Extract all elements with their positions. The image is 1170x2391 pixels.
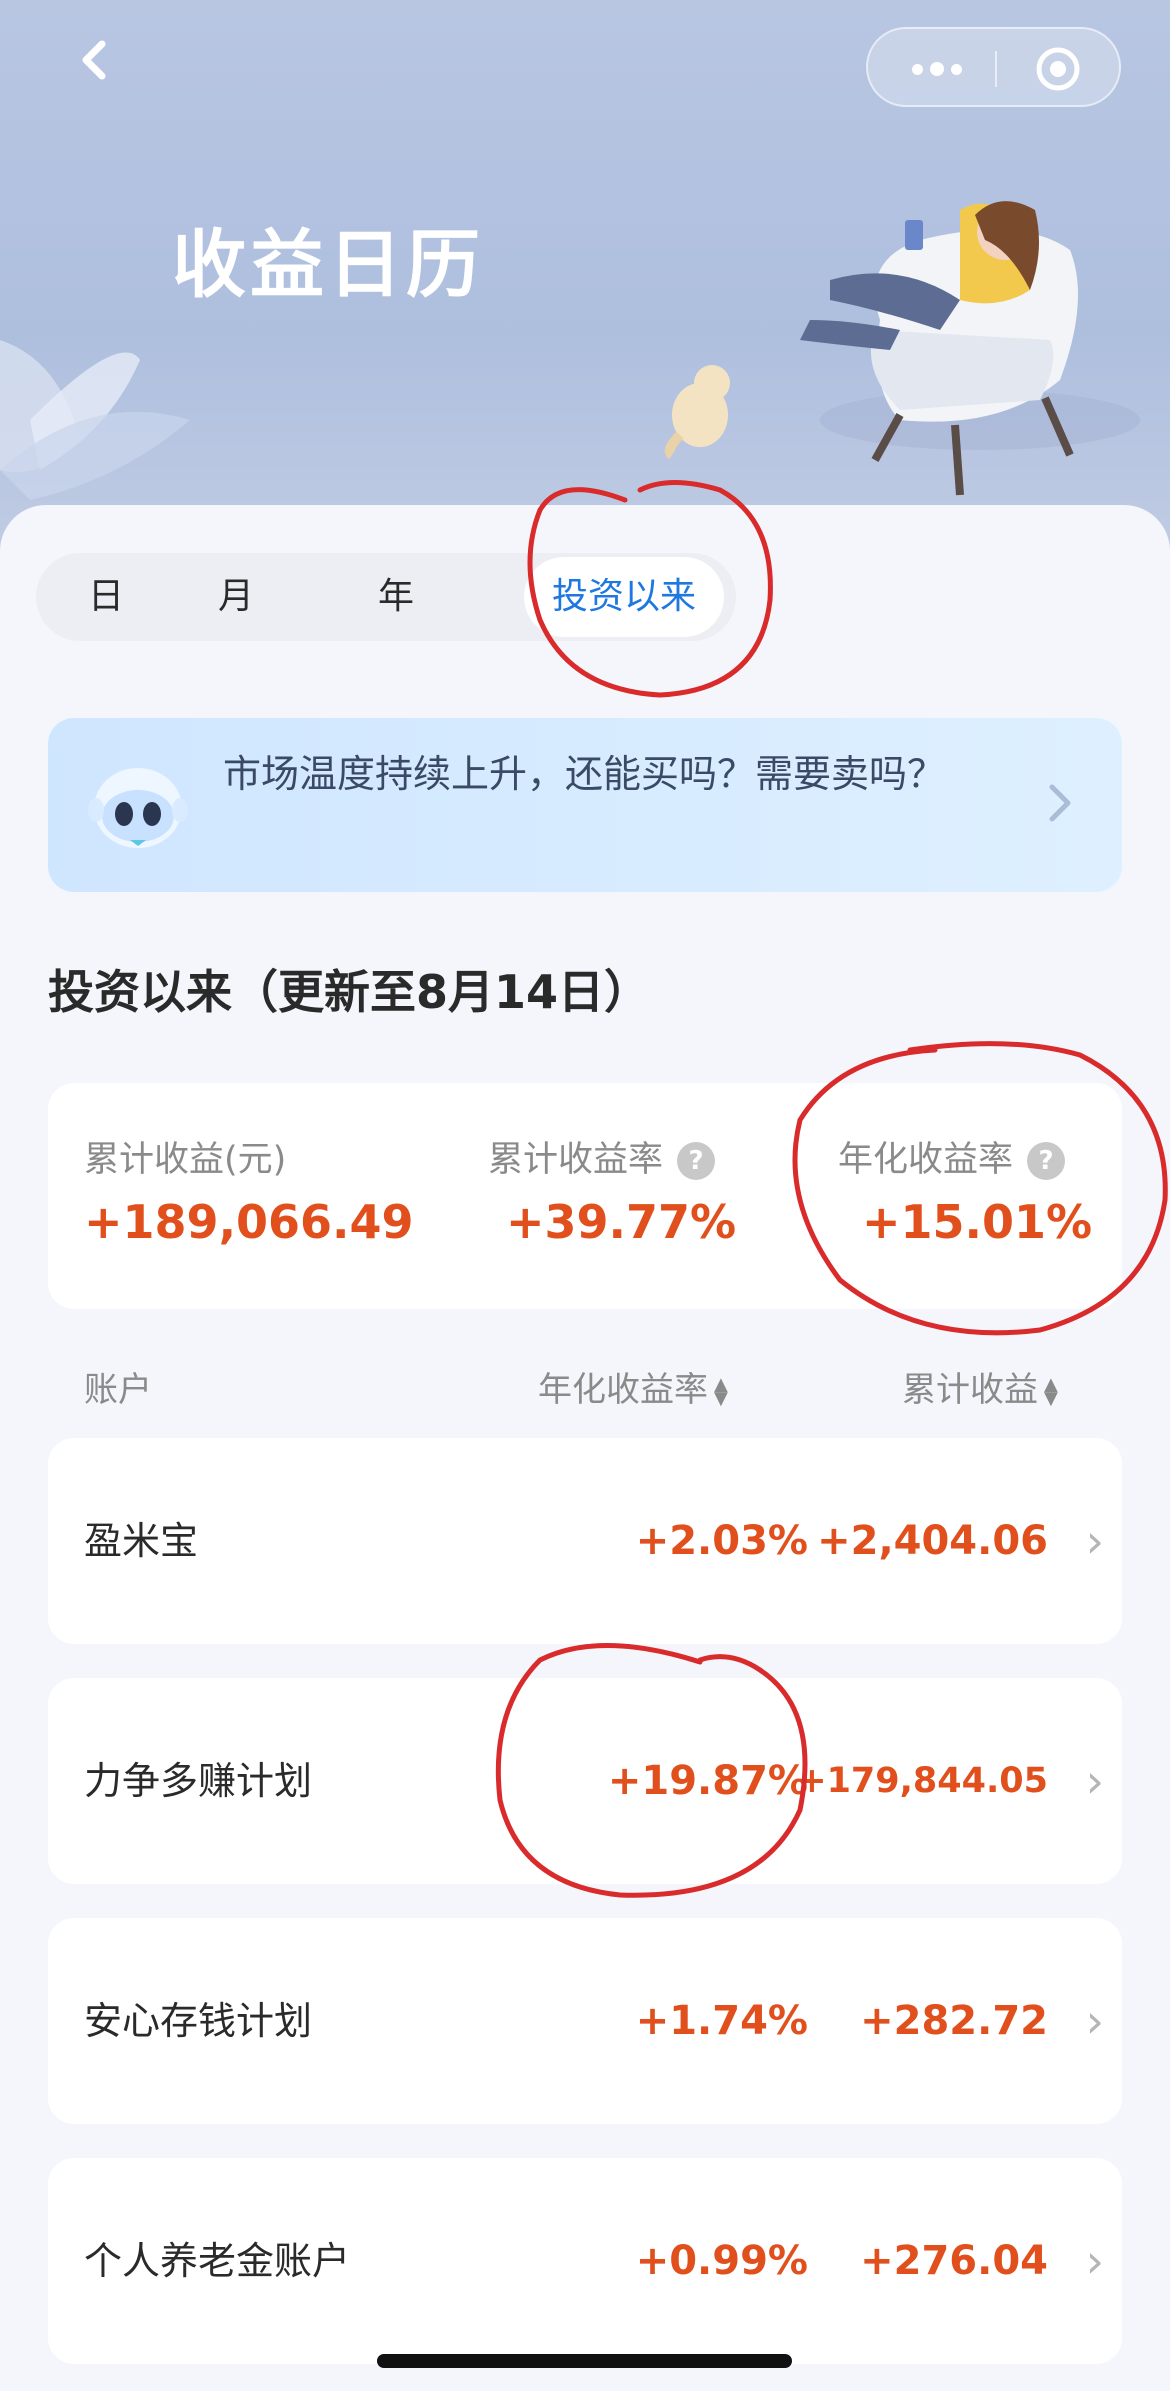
market-tip-banner[interactable]: 市场温度持续上升，还能买吗？需要卖吗？ [48,718,1122,892]
cumulative-sort-button[interactable]: 累计收益 ▲ ▼ [902,1362,1058,1411]
cumulative-income-label: 累计收益(元) [84,1140,287,1180]
banner-text: 市场温度持续上升，还能买吗？需要卖吗？ [223,752,946,796]
chevron-right-icon: › [1085,1994,1104,2048]
close-button[interactable] [1034,45,1082,93]
home-indicator [377,2354,792,2368]
summary-card: 累计收益(元) +189,066.49 累计收益率? +39.77% 年化收益率… [48,1083,1122,1309]
more-dots-icon [912,63,923,75]
account-name: 盈米宝 [84,1519,199,1563]
capsule-divider [995,51,997,87]
page-title: 收益日历 [172,222,484,308]
cumulative-column-header: 累计收益 [902,1370,1038,1410]
account-row[interactable]: 安心存钱计划 +1.74% +282.72 › [48,1918,1122,2124]
mini-program-capsule [866,27,1121,107]
help-icon[interactable]: ? [677,1142,716,1180]
cumulative-rate-value: +39.77% [506,1195,737,1249]
sort-icon: ▲ ▼ [1044,1373,1058,1409]
page: 收益日历 日 月 年 投资以来 市场温度持续上升，还能买吗？需要卖吗？ 投资以来… [0,0,1170,2391]
help-icon[interactable]: ? [1027,1142,1066,1180]
sort-icon: ▲ ▼ [714,1373,728,1409]
annual-rate-label: 年化收益率 [838,1140,1014,1180]
chevron-right-icon: › [1085,1754,1104,1808]
account-name: 安心存钱计划 [84,1999,313,2043]
account-row[interactable]: 个人养老金账户 +0.99% +276.04 › [48,2158,1122,2364]
chevron-left-icon [82,40,106,80]
section-title: 投资以来（更新至8月14日） [48,965,651,1019]
account-cumulative: +282.72 [860,1998,1048,2044]
header-banner: 收益日历 [0,0,1170,560]
annual-rate-column-header: 年化收益率 [538,1370,708,1410]
period-tabs: 日 月 年 投资以来 [36,553,736,641]
robot-mascot-icon [88,768,188,848]
tab-year[interactable]: 年 [326,553,466,641]
account-cumulative: +179,844.05 [797,1761,1048,1801]
annual-rate-label-group: 年化收益率? [838,1131,1066,1182]
tab-month[interactable]: 月 [166,553,306,641]
annual-rate-sort-button[interactable]: 年化收益率 ▲ ▼ [538,1362,728,1411]
tab-since-investment[interactable]: 投资以来 [524,557,724,637]
chevron-right-icon: › [1085,2234,1104,2288]
account-row[interactable]: 力争多赚计划 +19.87% +179,844.05 › [48,1678,1122,1884]
tab-day[interactable]: 日 [36,553,176,641]
cumulative-income-value: +189,066.49 [84,1195,414,1249]
annual-rate-value: +15.01% [862,1195,1093,1249]
chevron-right-icon: › [1085,1514,1104,1568]
account-cumulative: +2,404.06 [817,1518,1048,1564]
account-row[interactable]: 盈米宝 +2.03% +2,404.06 › [48,1438,1122,1644]
account-name: 力争多赚计划 [84,1759,313,1803]
cumulative-rate-label: 累计收益率 [488,1140,664,1180]
back-button[interactable] [70,30,120,90]
account-cumulative: +276.04 [860,2238,1048,2284]
cumulative-rate-label-group: 累计收益率? [488,1131,716,1182]
account-column-header: 账户 [84,1370,152,1410]
chevron-right-icon [1044,773,1074,846]
more-button[interactable] [902,49,972,89]
account-name: 个人养老金账户 [84,2239,351,2283]
